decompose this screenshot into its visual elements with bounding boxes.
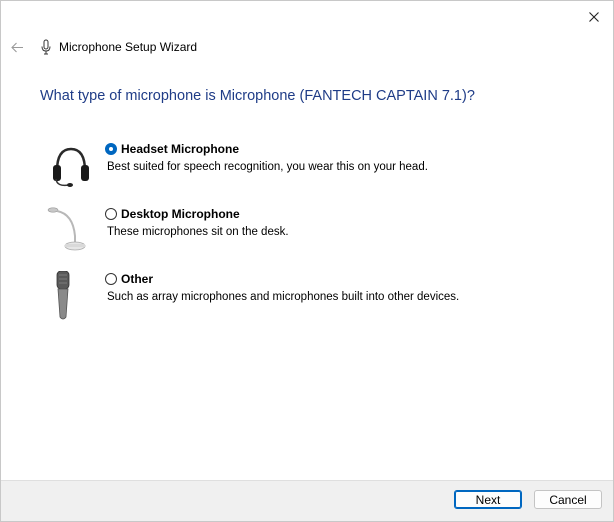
headset-description: Best suited for speech recognition, you … <box>107 161 428 173</box>
desktop-radio-row[interactable]: Desktop Microphone <box>105 206 240 222</box>
window-title: Microphone Setup Wizard <box>59 40 198 54</box>
footer-bar: Next Cancel <box>1 480 613 521</box>
back-arrow-icon <box>10 42 23 52</box>
headset-radio-row[interactable]: Headset Microphone <box>105 141 239 157</box>
cancel-button[interactable]: Cancel <box>534 490 602 509</box>
option-desktop: Desktop Microphone These microphones sit… <box>45 206 585 262</box>
other-description: Such as array microphones and microphone… <box>107 291 460 303</box>
other-radio[interactable] <box>105 273 117 285</box>
back-button[interactable] <box>9 39 25 55</box>
desktop-radio[interactable] <box>105 208 117 220</box>
close-button[interactable] <box>583 7 605 27</box>
desktop-description: These microphones sit on the desk. <box>107 226 289 238</box>
desktop-label[interactable]: Desktop Microphone <box>121 207 240 221</box>
headset-label[interactable]: Headset Microphone <box>121 142 239 156</box>
wizard-window: Microphone Setup Wizard What type of mic… <box>0 0 614 522</box>
microphone-icon <box>41 39 51 55</box>
close-icon <box>589 12 599 22</box>
headset-icon <box>53 147 89 187</box>
other-radio-row[interactable]: Other <box>105 271 153 287</box>
option-headset: Headset Microphone Best suited for speec… <box>45 141 585 197</box>
desktop-microphone-icon <box>47 207 86 251</box>
page-question: What type of microphone is Microphone (F… <box>40 88 475 104</box>
handheld-microphone-icon <box>56 271 70 320</box>
other-label[interactable]: Other <box>121 272 153 286</box>
headset-radio[interactable] <box>105 143 117 155</box>
title-bar: Microphone Setup Wizard <box>9 37 197 57</box>
next-button[interactable]: Next <box>454 490 522 509</box>
option-other: Other Such as array microphones and micr… <box>45 271 585 327</box>
